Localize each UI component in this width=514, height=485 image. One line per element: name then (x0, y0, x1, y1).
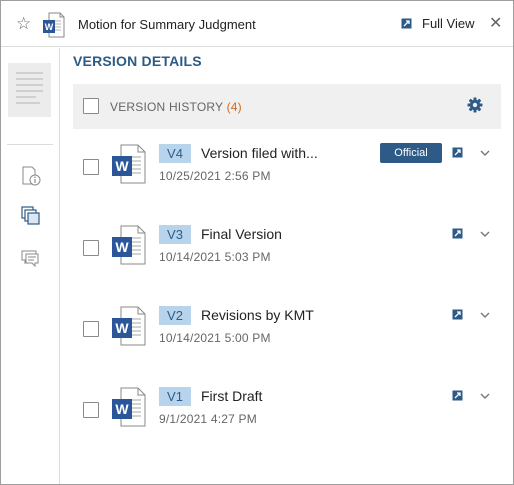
full-view-button[interactable]: Full View (401, 16, 475, 31)
version-checkbox[interactable] (83, 402, 99, 418)
select-all-checkbox[interactable] (83, 98, 99, 114)
version-date: 10/25/2021 2:56 PM (159, 169, 271, 183)
version-checkbox[interactable] (83, 159, 99, 175)
svg-text:W: W (115, 320, 129, 336)
official-badge: Official (380, 143, 442, 163)
version-date: 10/14/2021 5:00 PM (159, 331, 271, 345)
version-name[interactable]: Final Version (201, 226, 282, 242)
star-icon[interactable]: ☆ (16, 14, 31, 34)
version-count: (4) (226, 100, 242, 114)
version-row-v3[interactable]: W V3 Final Version 10/14/2021 5:03 PM (73, 225, 501, 293)
chevron-down-icon[interactable] (479, 147, 491, 159)
word-document-icon: W (112, 144, 146, 184)
version-row-v1[interactable]: W V1 First Draft 9/1/2021 4:27 PM (73, 387, 501, 455)
version-checkbox[interactable] (83, 321, 99, 337)
version-badge: V3 (159, 225, 191, 244)
version-badge: V2 (159, 306, 191, 325)
word-document-icon: W (112, 225, 146, 265)
svg-text:W: W (115, 401, 129, 417)
version-row-v4[interactable]: W V4 Version filed with... 10/25/2021 2:… (73, 143, 501, 212)
left-rail (1, 48, 60, 484)
external-link-icon (401, 18, 412, 29)
version-history-header: VERSION HISTORY (4) (73, 84, 501, 129)
chevron-down-icon[interactable] (479, 390, 491, 402)
version-history-label: VERSION HISTORY (4) (110, 100, 242, 114)
word-document-icon: W (112, 306, 146, 346)
svg-text:W: W (115, 158, 129, 174)
version-badge: V1 (159, 387, 191, 406)
word-document-icon: W (112, 387, 146, 427)
svg-text:W: W (45, 22, 54, 32)
external-link-icon[interactable] (452, 147, 463, 158)
version-row-v2[interactable]: W V2 Revisions by KMT 10/14/2021 5:00 PM (73, 306, 501, 374)
rail-divider (7, 144, 53, 145)
section-title: VERSION DETAILS (73, 53, 202, 69)
panel-header: ☆ W Motion for Summary Judgment Full Vie… (1, 1, 513, 47)
svg-text:W: W (115, 239, 129, 255)
document-title: Motion for Summary Judgment (78, 17, 256, 32)
version-date: 9/1/2021 4:27 PM (159, 412, 257, 426)
version-name[interactable]: First Draft (201, 388, 262, 404)
versions-icon[interactable] (20, 205, 42, 227)
document-info-icon[interactable] (20, 165, 42, 187)
version-name[interactable]: Version filed with... (201, 145, 318, 161)
close-icon[interactable]: ✕ (489, 14, 502, 34)
version-details-panel: ☆ W Motion for Summary Judgment Full Vie… (0, 0, 514, 485)
version-badge: V4 (159, 144, 191, 163)
document-thumbnail[interactable] (8, 63, 51, 117)
external-link-icon[interactable] (452, 309, 463, 320)
chevron-down-icon[interactable] (479, 309, 491, 321)
version-date: 10/14/2021 5:03 PM (159, 250, 271, 264)
gear-icon[interactable] (467, 97, 483, 113)
chevron-down-icon[interactable] (479, 228, 491, 240)
version-checkbox[interactable] (83, 240, 99, 256)
word-doc-icon: W (43, 12, 65, 38)
comments-icon[interactable] (20, 248, 42, 270)
external-link-icon[interactable] (452, 228, 463, 239)
external-link-icon[interactable] (452, 390, 463, 401)
full-view-label: Full View (422, 16, 475, 31)
version-name[interactable]: Revisions by KMT (201, 307, 314, 323)
